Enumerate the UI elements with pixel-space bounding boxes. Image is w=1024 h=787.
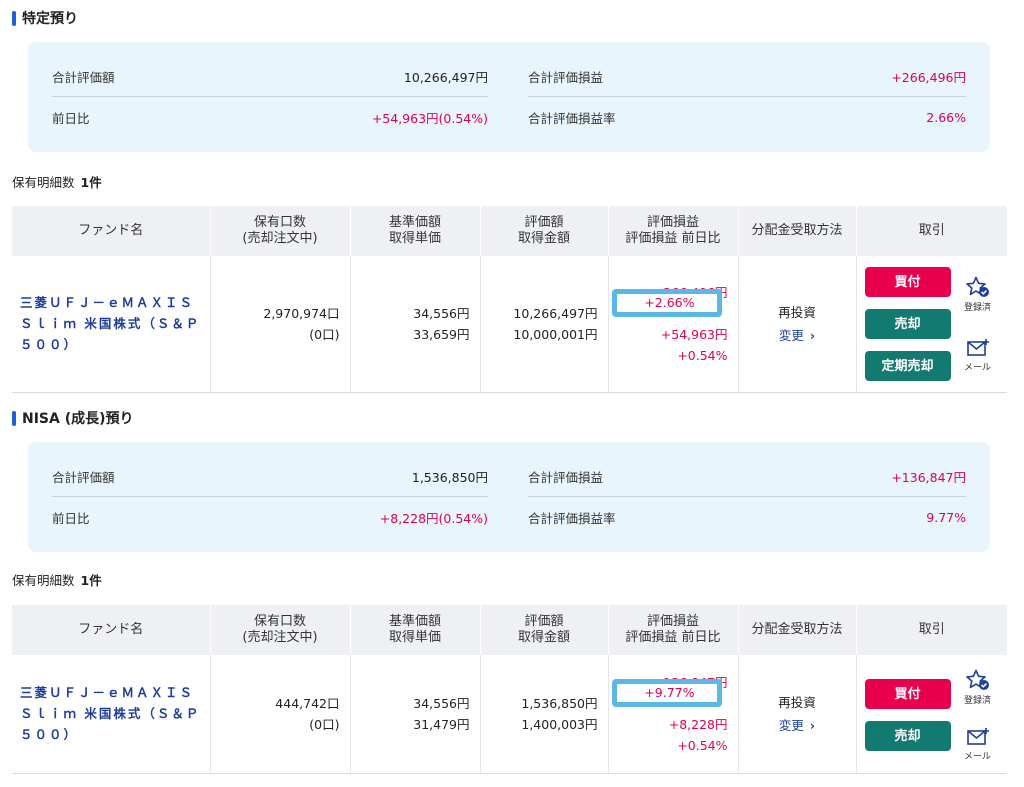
summary-pl-rate: 合計評価損益率 9.77% xyxy=(528,509,966,526)
section-title: NISA (成長)預り xyxy=(12,409,134,427)
header-fund: ファンド名 xyxy=(12,605,211,655)
pl-pct-highlight: +9.77% xyxy=(611,679,722,707)
mail-button[interactable]: メール xyxy=(961,338,995,379)
summary-day-change: 前日比 +54,963円(0.54%) xyxy=(52,110,488,126)
table-row: 三菱ＵＦＪ－ｅＭＡＸＩＳ Ｓｌｉｍ 米国株式（Ｓ＆Ｐ５００） 2,970,974… xyxy=(12,256,1007,393)
holding-count: 保有明細数 1件 xyxy=(12,573,102,588)
header-pl: 評価損益 評価損益 前日比 xyxy=(608,206,739,256)
summary-pl-rate: 合計評価損益率 2.66% xyxy=(528,109,966,126)
units-cell: 2,970,974口 (0口) xyxy=(210,256,351,393)
mail-plus-icon xyxy=(966,339,989,356)
mail-plus-icon xyxy=(966,728,989,745)
header-value: 評価額 取得金額 xyxy=(480,206,609,256)
units-cell: 444,742口 (0口) xyxy=(210,655,351,774)
sell-button[interactable]: 売却 xyxy=(864,721,951,751)
header-nav: 基準価額 取得単価 xyxy=(350,206,481,256)
header-method: 分配金受取方法 xyxy=(738,605,857,655)
dividend-method-cell: 再投資 変更 › xyxy=(738,655,857,774)
holdings-table: ファンド名 保有口数 (売却注文中) 基準価額 取得単価 評価額 取得金額 評価損益評… xyxy=(12,605,1007,774)
chevron-right-icon: › xyxy=(809,717,816,733)
section-marker xyxy=(12,10,16,26)
section-title-text: NISA (成長)預り xyxy=(22,411,134,427)
header-trade: 取引 xyxy=(856,605,1007,655)
fund-name-link[interactable]: 三菱ＵＦＪ－ｅＭＡＸＩＳ Ｓｌｉｍ 米国株式（Ｓ＆Ｐ５００） xyxy=(12,256,211,393)
header-value: 評価額 取得金額 xyxy=(480,605,609,655)
pl-pct-highlight: +2.66% xyxy=(611,289,722,317)
buy-button[interactable]: 買付 xyxy=(864,267,951,297)
buy-button[interactable]: 買付 xyxy=(864,679,951,709)
section-title: 特定預り xyxy=(12,9,78,27)
section-title-text: 特定預り xyxy=(22,11,78,27)
mail-button[interactable]: メール xyxy=(961,727,995,768)
trade-cell: 買付 売却 登録済 メール xyxy=(856,655,1007,774)
summary-day-change: 前日比 +8,228円(0.54%) xyxy=(52,510,488,526)
trade-cell: 買付 売却 定期売却 登録済 メール xyxy=(856,256,1007,393)
registered-button[interactable]: 登録済 xyxy=(961,669,995,712)
sell-button[interactable]: 売却 xyxy=(864,309,951,339)
change-link[interactable]: 変更 › xyxy=(779,715,815,736)
star-check-icon xyxy=(965,276,989,297)
section-marker xyxy=(12,410,16,426)
summary-total-pl: 合計評価損益 +266,496円 xyxy=(528,57,966,97)
table-header-row: ファンド名 保有口数 (売却注文中) 基準価額 取得単価 評価額 取得金額 評価損益評… xyxy=(12,605,1007,655)
holdings-table: ファンド名 保有口数 (売却注文中) 基準価額 取得単価 評価額 取得金額 評価損益評… xyxy=(12,206,1007,393)
nav-cell: 34,556円 31,479円 xyxy=(350,655,481,774)
summary-total-value: 合計評価額 1,536,850円 xyxy=(52,457,488,497)
header-trade: 取引 xyxy=(856,206,1007,256)
summary-box: 合計評価額 10,266,497円 合計評価損益 +266,496円 前日比 +… xyxy=(28,42,990,152)
pl-cell: +136,847円 +9.77% +8,228円 +0.54% xyxy=(608,655,739,774)
table-header-row: ファンド名 保有口数 (売却注文中) 基準価額 取得単価 評価額 取得金額 評価損益評… xyxy=(12,206,1007,256)
chevron-right-icon: › xyxy=(809,327,816,343)
header-pl: 評価損益 評価損益 前日比 xyxy=(608,605,739,655)
header-units: 保有口数 (売却注文中) xyxy=(210,206,351,256)
regular-sell-button[interactable]: 定期売却 xyxy=(864,351,951,381)
change-link[interactable]: 変更 › xyxy=(779,325,815,346)
summary-total-value: 合計評価額 10,266,497円 xyxy=(52,57,488,97)
fund-name-link[interactable]: 三菱ＵＦＪ－ｅＭＡＸＩＳ Ｓｌｉｍ 米国株式（Ｓ＆Ｐ５００） xyxy=(12,655,211,774)
summary-box: 合計評価額 1,536,850円 合計評価損益 +136,847円 前日比 +8… xyxy=(28,442,990,552)
value-cell: 1,536,850円 1,400,003円 xyxy=(480,655,609,774)
header-fund: ファンド名 xyxy=(12,206,211,256)
holding-count: 保有明細数 1件 xyxy=(12,175,102,190)
table-row: 三菱ＵＦＪ－ｅＭＡＸＩＳ Ｓｌｉｍ 米国株式（Ｓ＆Ｐ５００） 444,742口 … xyxy=(12,655,1007,774)
summary-total-pl: 合計評価損益 +136,847円 xyxy=(528,457,966,497)
header-units: 保有口数 (売却注文中) xyxy=(210,605,351,655)
star-check-icon xyxy=(965,669,989,690)
value-cell: 10,266,497円 10,000,001円 xyxy=(480,256,609,393)
registered-button[interactable]: 登録済 xyxy=(961,276,995,319)
nav-cell: 34,556円 33,659円 xyxy=(350,256,481,393)
dividend-method-cell: 再投資 変更 › xyxy=(738,256,857,393)
header-method: 分配金受取方法 xyxy=(738,206,857,256)
pl-cell: +266,496円 +2.66% +54,963円 +0.54% xyxy=(608,256,739,393)
header-nav: 基準価額 取得単価 xyxy=(350,605,481,655)
